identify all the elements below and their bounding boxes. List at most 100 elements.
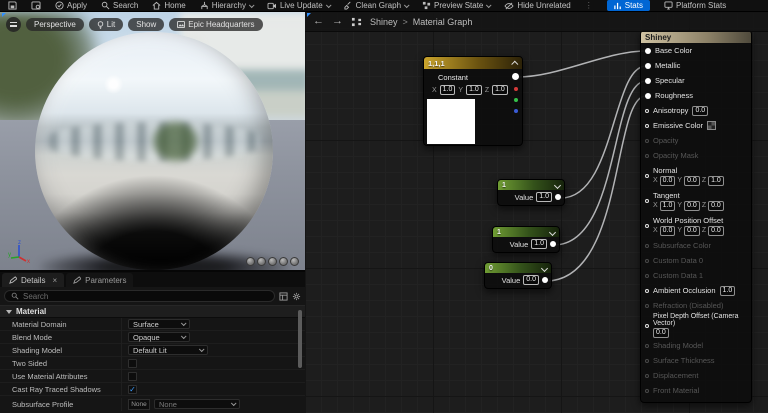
pin-value-field[interactable]: 0.0 xyxy=(653,328,669,338)
scalar-constant-node-0[interactable]: 1 Value 1.0 xyxy=(497,179,565,206)
material-domain-dropdown[interactable]: Surface xyxy=(128,319,190,329)
input-pin-icon[interactable] xyxy=(645,108,649,113)
perspective-button[interactable]: Perspective xyxy=(26,18,84,31)
input-pin-icon[interactable] xyxy=(645,92,651,99)
subsurface-profile-dropdown[interactable]: None xyxy=(154,399,240,409)
pin-value-field[interactable]: 0.0 xyxy=(708,200,724,211)
constant-node-header[interactable]: 1,1,1 xyxy=(424,57,522,69)
color-swatch[interactable] xyxy=(707,121,717,130)
material-pin-front-material[interactable]: Front Material xyxy=(641,383,751,398)
breadcrumb-root[interactable]: Shiney xyxy=(370,17,398,27)
input-pin-icon[interactable] xyxy=(645,343,649,348)
shading-model-dropdown[interactable]: Default Lit xyxy=(128,345,208,355)
x-value-field[interactable]: 1.0 xyxy=(439,85,456,95)
pin-value-field[interactable]: 1.0 xyxy=(708,175,724,186)
two-sided-checkbox[interactable]: ✓ xyxy=(128,358,137,368)
pin-value-field[interactable]: 0.0 xyxy=(659,175,676,186)
details-search[interactable] xyxy=(4,290,275,302)
search-button[interactable]: Search xyxy=(101,1,138,10)
shiney-result-node[interactable]: Shiney Base Color Metallic Specular Roughne… xyxy=(640,30,752,403)
viewport-menu-button[interactable] xyxy=(6,17,21,32)
material-pin-base-color[interactable]: Base Color xyxy=(641,43,751,58)
scalar-node-header[interactable]: 1 xyxy=(498,180,564,190)
platform-stats-button[interactable]: Platform Stats xyxy=(664,1,726,10)
cylinder-mesh-icon[interactable] xyxy=(246,257,255,266)
input-pin-icon[interactable] xyxy=(645,138,649,143)
input-pin-icon[interactable] xyxy=(645,153,649,158)
material-pin-subsurface-color[interactable]: Subsurface Color xyxy=(641,238,751,253)
clean-graph-button[interactable]: Clean Graph xyxy=(344,1,410,10)
environment-button[interactable]: Epic Headquarters xyxy=(169,18,263,31)
show-menu-button[interactable]: Show xyxy=(128,18,165,31)
z-value-field[interactable]: 1.0 xyxy=(492,85,508,95)
material-pin-normal[interactable]: Normal X 0.0 Y 0.0 Z 1.0 xyxy=(641,163,751,188)
input-pin-icon[interactable] xyxy=(645,303,649,308)
output-pin-r[interactable] xyxy=(513,87,518,91)
material-pin-custom-data-0[interactable]: Custom Data 0 xyxy=(641,253,751,268)
plane-mesh-icon[interactable] xyxy=(268,257,277,266)
output-pin-b[interactable] xyxy=(513,109,518,113)
tab-parameters[interactable]: Parameters xyxy=(66,273,134,287)
pin-value-field[interactable]: 0.0 xyxy=(659,225,676,236)
pin-value-field[interactable]: 1.0 xyxy=(659,200,676,211)
input-pin-icon[interactable] xyxy=(645,258,649,263)
input-pin-icon[interactable] xyxy=(645,373,649,378)
input-pin-icon[interactable] xyxy=(645,62,651,69)
material-pin-tangent[interactable]: Tangent X 1.0 Y 0.0 Z 0.0 xyxy=(641,188,751,213)
material-pin-metallic[interactable]: Metallic xyxy=(641,58,751,73)
hierarchy-button[interactable]: Hierarchy xyxy=(200,1,255,10)
close-icon[interactable]: × xyxy=(52,276,57,285)
forward-arrow-icon[interactable]: → xyxy=(332,16,343,27)
use-material-attributes-checkbox[interactable]: ✓ xyxy=(128,371,137,381)
pin-value-field[interactable]: 1.0 xyxy=(719,285,736,296)
output-pin-rgb[interactable] xyxy=(512,73,519,80)
input-pin-icon[interactable] xyxy=(645,198,649,203)
scalar-constant-node-1[interactable]: 1 Value 1.0 xyxy=(492,226,560,253)
back-arrow-icon[interactable]: ← xyxy=(313,16,324,27)
value-field[interactable]: 0.0 xyxy=(523,275,539,285)
input-pin-icon[interactable] xyxy=(645,123,649,128)
pin-value-field[interactable]: 0.0 xyxy=(684,175,700,186)
details-scrollbar[interactable] xyxy=(298,310,302,368)
material-pin-shading-model[interactable]: Shading Model xyxy=(641,338,751,353)
save-button[interactable] xyxy=(8,1,17,10)
material-pin-specular[interactable]: Specular xyxy=(641,73,751,88)
preview-sphere[interactable] xyxy=(35,32,273,270)
output-pin[interactable] xyxy=(555,194,561,200)
value-field[interactable]: 1.0 xyxy=(536,192,552,202)
collapse-icon[interactable] xyxy=(511,60,519,68)
output-pin[interactable] xyxy=(542,277,548,283)
preview-state-button[interactable]: Preview State xyxy=(422,1,492,10)
input-pin-icon[interactable] xyxy=(645,77,651,84)
browse-button[interactable] xyxy=(31,1,41,10)
custom-mesh-icon[interactable] xyxy=(290,257,299,266)
preview-viewport[interactable]: Perspective Lit Show Epic Headquarters z… xyxy=(0,12,305,270)
collapse-icon[interactable] xyxy=(540,264,549,272)
pin-value-field[interactable]: 0.0 xyxy=(692,105,709,116)
input-pin-icon[interactable] xyxy=(645,223,649,228)
input-pin-icon[interactable] xyxy=(645,243,649,248)
shiney-node-header[interactable]: Shiney xyxy=(641,31,751,43)
sphere-mesh-icon[interactable] xyxy=(257,257,266,266)
scalar-constant-node-2[interactable]: 0 Value 0.0 xyxy=(484,262,552,289)
material-pin-pixel-depth-offset-camera-vector[interactable]: Pixel Depth Offset (Camera Vector) 0.0 xyxy=(641,313,751,338)
pin-value-field[interactable]: 0.0 xyxy=(708,225,724,236)
collapse-icon[interactable] xyxy=(548,228,557,236)
breadcrumb-current[interactable]: Material Graph xyxy=(413,17,473,27)
pin-value-field[interactable]: 0.0 xyxy=(684,225,700,236)
scalar-node-header[interactable]: 0 xyxy=(485,263,551,273)
material-pin-world-position-offset[interactable]: World Position Offset X 0.0 Y 0.0 Z 0.0 xyxy=(641,213,751,238)
pin-value-field[interactable]: 0.0 xyxy=(684,200,700,211)
gear-icon[interactable] xyxy=(292,292,301,301)
panel-options-icon[interactable] xyxy=(279,291,288,301)
input-pin-icon[interactable] xyxy=(645,273,649,278)
input-pin-icon[interactable] xyxy=(645,47,651,54)
input-pin-icon[interactable] xyxy=(645,358,649,363)
subsurface-profile-thumbnail[interactable]: None xyxy=(128,398,150,410)
material-pin-ambient-occlusion[interactable]: Ambient Occlusion 1.0 xyxy=(641,283,751,298)
material-pin-emissive-color[interactable]: Emissive Color xyxy=(641,118,751,133)
scalar-node-header[interactable]: 1 xyxy=(493,227,559,237)
input-pin-icon[interactable] xyxy=(645,173,649,178)
value-field[interactable]: 1.0 xyxy=(531,239,547,249)
hide-unrelated-button[interactable]: Hide Unrelated xyxy=(504,1,571,10)
